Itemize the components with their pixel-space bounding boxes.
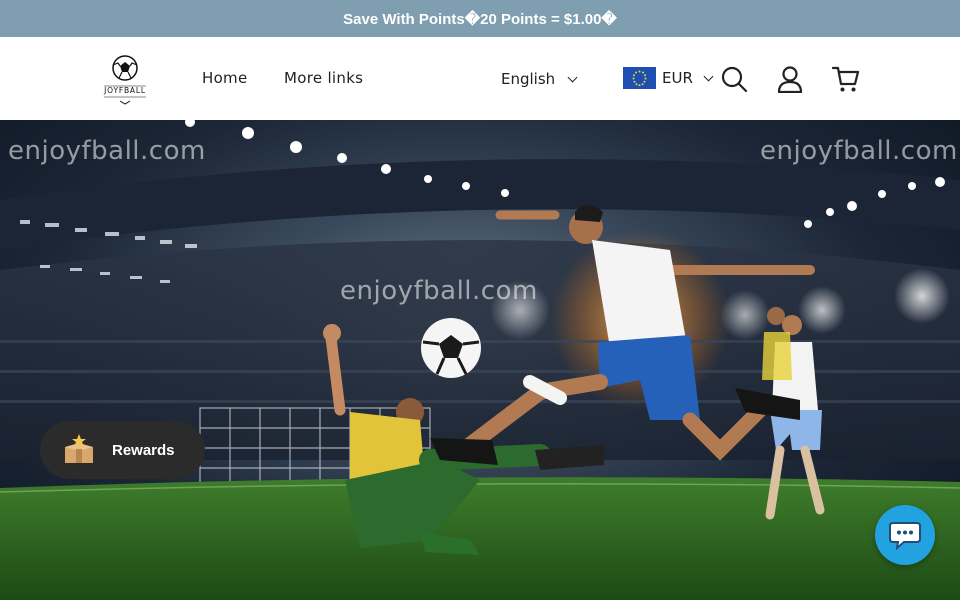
- gift-box-icon: [65, 434, 93, 463]
- nav-home[interactable]: Home: [202, 69, 248, 87]
- chat-icon: [889, 522, 921, 550]
- language-label: English: [501, 70, 556, 88]
- logo-text: JOYFBALL: [103, 86, 146, 95]
- announcement-text: Save With Points�20 Points = $1.00�: [343, 10, 617, 28]
- hero-image: [0, 120, 960, 600]
- soccer-ball-logo-icon: JOYFBALL: [103, 55, 146, 105]
- language-selector[interactable]: English: [501, 70, 578, 88]
- currency-label: EUR: [662, 69, 693, 87]
- currency-selector[interactable]: EUR: [662, 69, 714, 87]
- rewards-label: Rewards: [112, 441, 175, 459]
- watermark-text: enjoyfball.com: [340, 276, 538, 306]
- site-header: JOYFBALL Home More links English EUR: [0, 37, 960, 120]
- eu-flag-icon: [623, 67, 656, 89]
- nav-more-links[interactable]: More links: [284, 69, 363, 87]
- search-icon[interactable]: [720, 65, 748, 93]
- logo[interactable]: JOYFBALL: [98, 53, 152, 107]
- watermark-text: enjoyfball.com: [8, 136, 206, 166]
- hero-banner[interactable]: enjoyfball.com enjoyfball.com enjoyfball…: [0, 120, 960, 600]
- chevron-down-icon: [703, 71, 714, 81]
- account-icon[interactable]: [776, 65, 804, 94]
- cart-icon[interactable]: [831, 65, 860, 93]
- chevron-down-icon: [567, 72, 578, 82]
- rewards-button[interactable]: Rewards: [40, 421, 205, 479]
- chat-button[interactable]: [875, 505, 935, 565]
- watermark-text: enjoyfball.com: [760, 136, 958, 166]
- announcement-bar: Save With Points�20 Points = $1.00�: [0, 0, 960, 37]
